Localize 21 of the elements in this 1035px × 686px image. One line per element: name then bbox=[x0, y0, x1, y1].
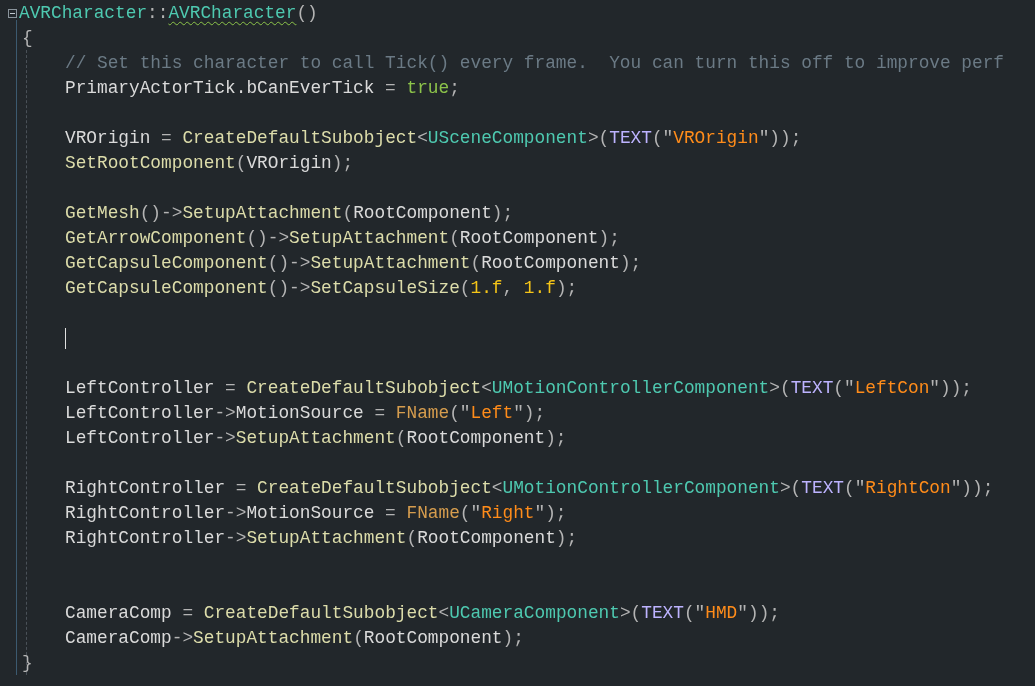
code-line: LeftController->MotionSource = FName("Left"); bbox=[65, 402, 546, 425]
code-line: SetRootComponent(VROrigin); bbox=[65, 152, 354, 175]
code-line: CameraComp = CreateDefaultSubobject<UCameraComponent>(TEXT("HMD")); bbox=[65, 602, 780, 625]
code-line: GetCapsuleComponent()->SetCapsuleSize(1.f, 1.f); bbox=[65, 277, 578, 300]
collapse-icon[interactable] bbox=[8, 9, 17, 18]
code-line: CameraComp->SetupAttachment(RootComponent); bbox=[65, 627, 524, 650]
code-line: // Set this character to call Tick() every frame. You can turn this off to improve perf bbox=[65, 52, 1004, 75]
code-line: GetCapsuleComponent()->SetupAttachment(RootComponent); bbox=[65, 252, 642, 275]
code-line: RightController->SetupAttachment(RootComponent); bbox=[65, 527, 578, 550]
code-line: GetArrowComponent()->SetupAttachment(RootComponent); bbox=[65, 227, 620, 250]
code-line: } bbox=[22, 652, 33, 675]
code-line: LeftController->SetupAttachment(RootComponent); bbox=[65, 427, 567, 450]
code-line: LeftController = CreateDefaultSubobject<UMotionControllerComponent>(TEXT("LeftCon")); bbox=[65, 377, 973, 400]
code-line: RightController = CreateDefaultSubobject<UMotionControllerComponent>(TEXT("RightCon")); bbox=[65, 477, 994, 500]
code-line: AVRCharacter::AVRCharacter() bbox=[19, 2, 318, 25]
code-line: VROrigin = CreateDefaultSubobject<USceneComponent>(TEXT("VROrigin")); bbox=[65, 127, 802, 150]
code-line: GetMesh()->SetupAttachment(RootComponent); bbox=[65, 202, 514, 225]
code-line: { bbox=[22, 27, 33, 50]
text-caret bbox=[65, 328, 66, 349]
code-line: RightController->MotionSource = FName("Right"); bbox=[65, 502, 567, 525]
code-line: PrimaryActorTick.bCanEverTick = true; bbox=[65, 77, 460, 100]
